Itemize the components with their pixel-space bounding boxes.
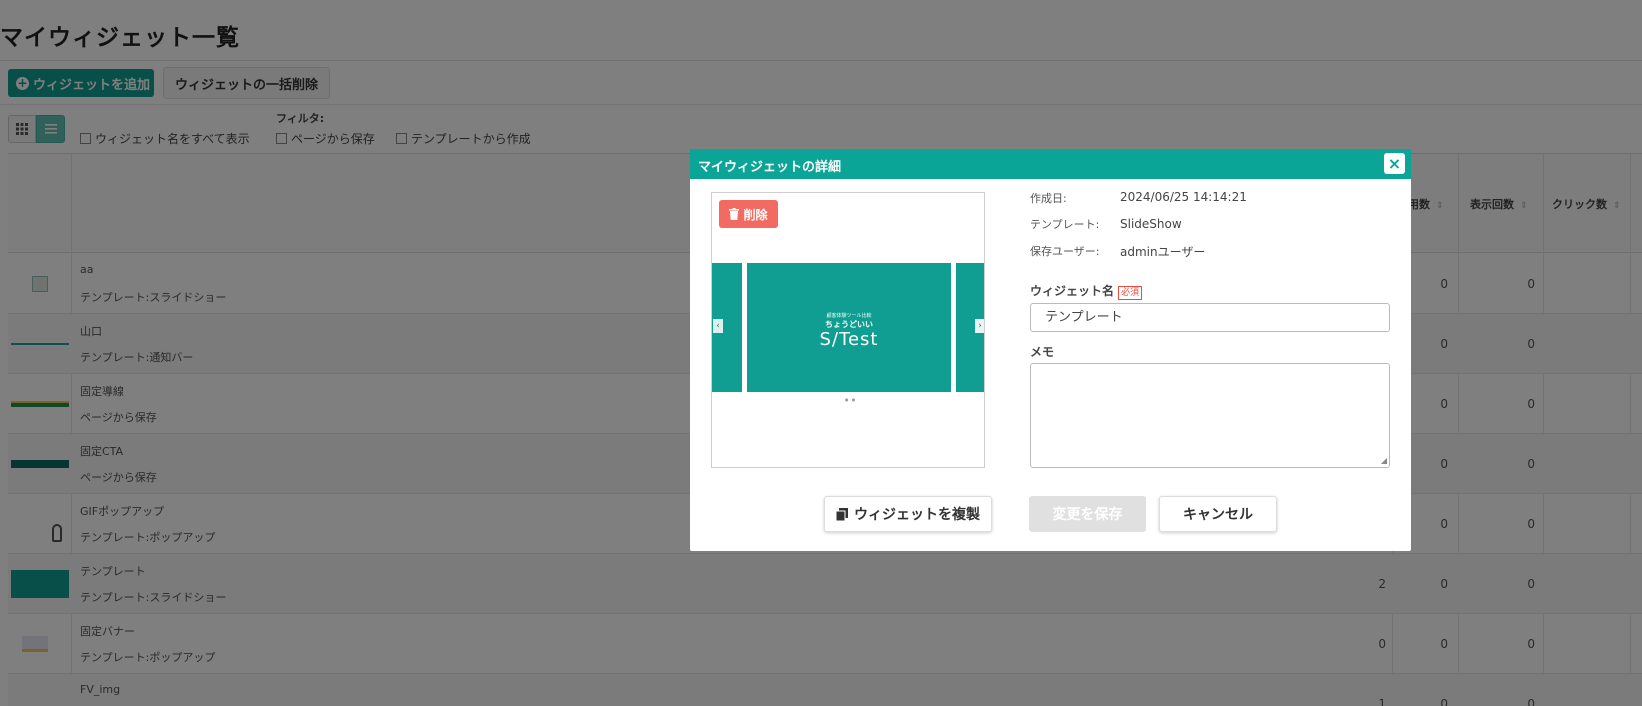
slide-dots[interactable]: ● ● [845, 397, 856, 402]
widget-name-input[interactable]: テンプレート [1030, 303, 1390, 332]
duplicate-label: ウィジェットを複製 [854, 507, 980, 523]
template-label: テンプレート: [1030, 218, 1100, 231]
save-changes-button[interactable]: 変更を保存 [1029, 496, 1146, 532]
duplicate-widget-button[interactable]: ウィジェットを複製 [824, 496, 992, 532]
user-label: 保存ユーザー: [1030, 245, 1100, 258]
user-value: adminユーザー [1120, 245, 1206, 259]
created-label: 作成日: [1030, 192, 1067, 205]
chevron-left-icon[interactable]: ‹ [713, 319, 723, 333]
slide-logo: S/Test [819, 329, 879, 350]
widget-name-label: ウィジェット名 必須 [1030, 282, 1143, 300]
chevron-right-icon[interactable]: › [975, 319, 984, 333]
memo-label: メモ [1030, 345, 1055, 359]
created-value: 2024/06/25 14:14:21 [1120, 190, 1247, 204]
slide-caption: 顧客体験ツール比較 [826, 313, 872, 319]
copy-icon [836, 507, 848, 521]
cancel-button[interactable]: キャンセル [1159, 496, 1277, 532]
template-value: SlideShow [1120, 217, 1182, 231]
modal-title: マイウィジェットの詳細 [698, 160, 842, 175]
delete-button[interactable]: 削除 [719, 200, 778, 228]
widget-detail-modal: マイウィジェットの詳細 × 削除 顧客体験ツール比較 ちょうどいい S/Test… [690, 149, 1411, 551]
close-icon[interactable]: × [1384, 153, 1405, 174]
resize-grip-icon[interactable]: ◢ [1381, 456, 1387, 465]
modal-header: マイウィジェットの詳細 × [690, 149, 1411, 179]
widget-preview: 削除 顧客体験ツール比較 ちょうどいい S/Test ‹ › ● ● [711, 192, 985, 468]
trash-icon [729, 208, 740, 220]
slide-current: 顧客体験ツール比較 ちょうどいい S/Test [747, 263, 951, 392]
delete-label: 削除 [743, 207, 768, 222]
memo-textarea[interactable]: ◢ [1030, 363, 1390, 468]
required-badge: 必須 [1118, 286, 1143, 300]
